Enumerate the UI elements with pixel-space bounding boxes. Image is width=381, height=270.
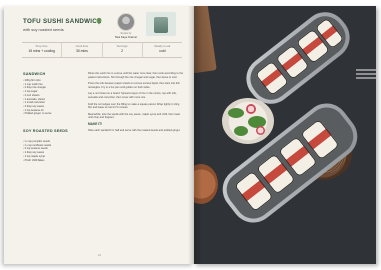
recipe-subtitle: with soy roasted seeds [23, 27, 64, 32]
method-paragraph: Rinse the sushi rice in a sieve until th… [88, 72, 184, 79]
method-paragraph: Meanwhile, toss the seeds with the soy s… [88, 112, 180, 120]
recipe-info-bar: Prep time 15 mins + cooling Cook time 30… [22, 42, 182, 58]
right-page-photo [194, 6, 376, 264]
method-paragraph: Fold the nori edges over the filling to … [88, 102, 180, 110]
lunchbox-top [237, 6, 359, 113]
method-paragraph: Press the tofu between paper towels to r… [88, 82, 180, 89]
ingredients-heading-sandwich: SANDWICH [23, 72, 46, 76]
info-servings: Servings 2 [103, 43, 143, 57]
ingredients-heading-seeds: SOY ROASTED SEEDS [23, 129, 68, 133]
salad-bowl [222, 98, 274, 144]
book-spine [188, 6, 202, 264]
make-it-heading: MAKE IT! [88, 121, 103, 126]
info-cook: Cook time 30 mins [62, 43, 103, 57]
author-avatar [117, 13, 135, 31]
list-item: Pinch chilli flakes [23, 159, 85, 163]
fork-icon [356, 69, 376, 79]
info-ready: Ready to eat cold [154, 44, 171, 53]
make-it-text: Slice each sandwich in half and serve wi… [88, 128, 181, 132]
recipe-title: TOFU SUSHI SANDWICH [23, 18, 102, 25]
leaf-icon [96, 17, 102, 25]
method-column: Rinse the sushi rice in a sieve until th… [88, 72, 184, 135]
jar-photo [146, 12, 176, 36]
info-prep: Prep time 15 mins + cooling [22, 43, 63, 57]
ingredients-list-seeds: ¼ cup pumpkin seeds ¼ cup sunflower seed… [23, 140, 85, 162]
list-item: Pickled ginger, to serve [23, 112, 85, 116]
page-number: 12 [98, 254, 101, 257]
method-paragraph: Lay a nori sheet on a board. Spread a la… [88, 92, 177, 99]
author-name: Tara Kaye Kramer [114, 35, 138, 39]
ingredients-list-sandwich: 200g firm tofu 1 cup sushi rice 2 tbsp r… [23, 79, 85, 116]
